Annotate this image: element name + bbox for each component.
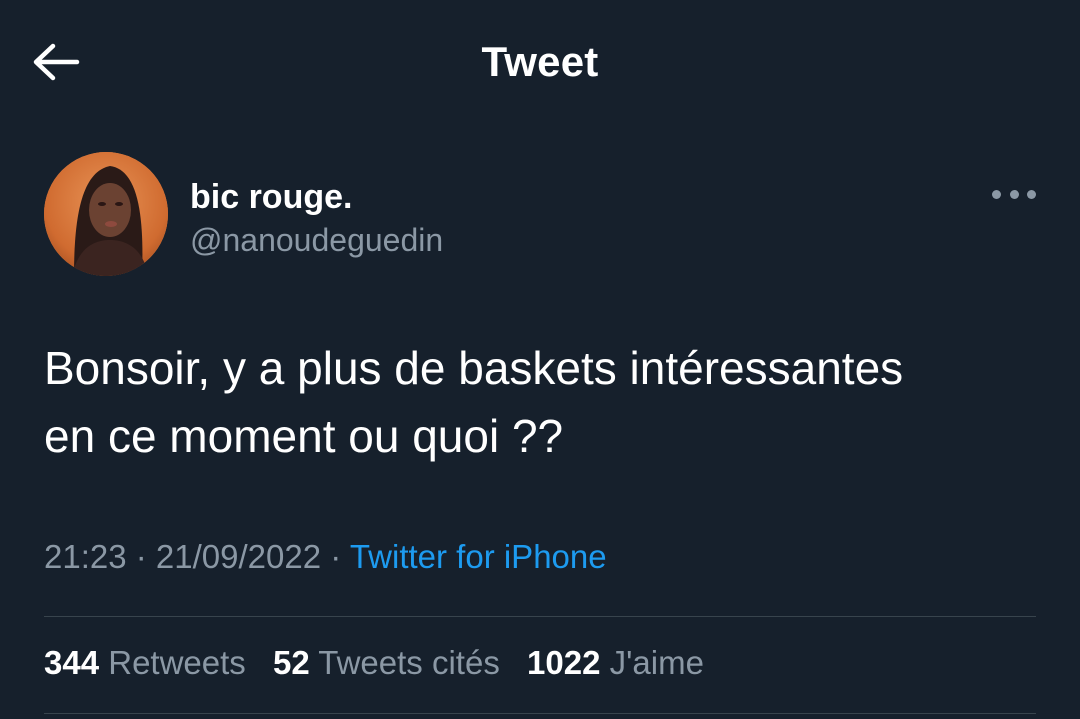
tweet-date: 21/09/2022 [155, 538, 322, 575]
profile-photo [44, 152, 168, 276]
more-dot [1027, 189, 1036, 199]
tweet-text-line: en ce moment ou quoi ?? [44, 410, 564, 462]
tweet-meta: 21:23 · 21/09/2022 · Twitter for iPhone [44, 538, 607, 576]
tweet-stats: 344 Retweets 52 Tweets cités 1022 J'aime [44, 644, 722, 682]
quotes-label: Tweets cités [318, 644, 500, 681]
retweets-count: 344 [44, 644, 100, 681]
more-dot [1009, 189, 1019, 199]
display-name[interactable]: bic rouge. [190, 178, 352, 217]
likes-stat[interactable]: 1022 J'aime [527, 644, 704, 681]
retweets-label: Retweets [108, 644, 246, 681]
quotes-stat[interactable]: 52 Tweets cités [273, 644, 500, 681]
avatar[interactable] [44, 152, 168, 276]
tweet-author: bic rouge. @nanoudeguedin [44, 152, 1036, 278]
likes-count: 1022 [527, 644, 601, 681]
user-handle[interactable]: @nanoudeguedin [190, 222, 443, 259]
tweet-screen: Tweet bic rouge. @nanoudeguedin Bonsoir,… [0, 0, 1080, 719]
divider [44, 616, 1036, 617]
more-options-button[interactable] [992, 180, 1036, 208]
likes-label: J'aime [609, 644, 704, 681]
meta-separator: · [126, 538, 156, 575]
retweets-stat[interactable]: 344 Retweets [44, 644, 246, 681]
meta-separator: · [321, 538, 350, 575]
tweet-time: 21:23 [44, 538, 127, 575]
page-title: Tweet [481, 38, 599, 85]
divider [44, 713, 1036, 714]
tweet-source-link[interactable]: Twitter for iPhone [350, 538, 607, 575]
more-horizontal-icon [992, 189, 1001, 199]
top-bar: Tweet [0, 0, 1080, 125]
tweet-text: Bonsoir, y a plus de baskets intéressant… [44, 334, 1044, 470]
quotes-count: 52 [272, 644, 310, 681]
tweet-text-line: Bonsoir, y a plus de baskets intéressant… [44, 342, 904, 394]
